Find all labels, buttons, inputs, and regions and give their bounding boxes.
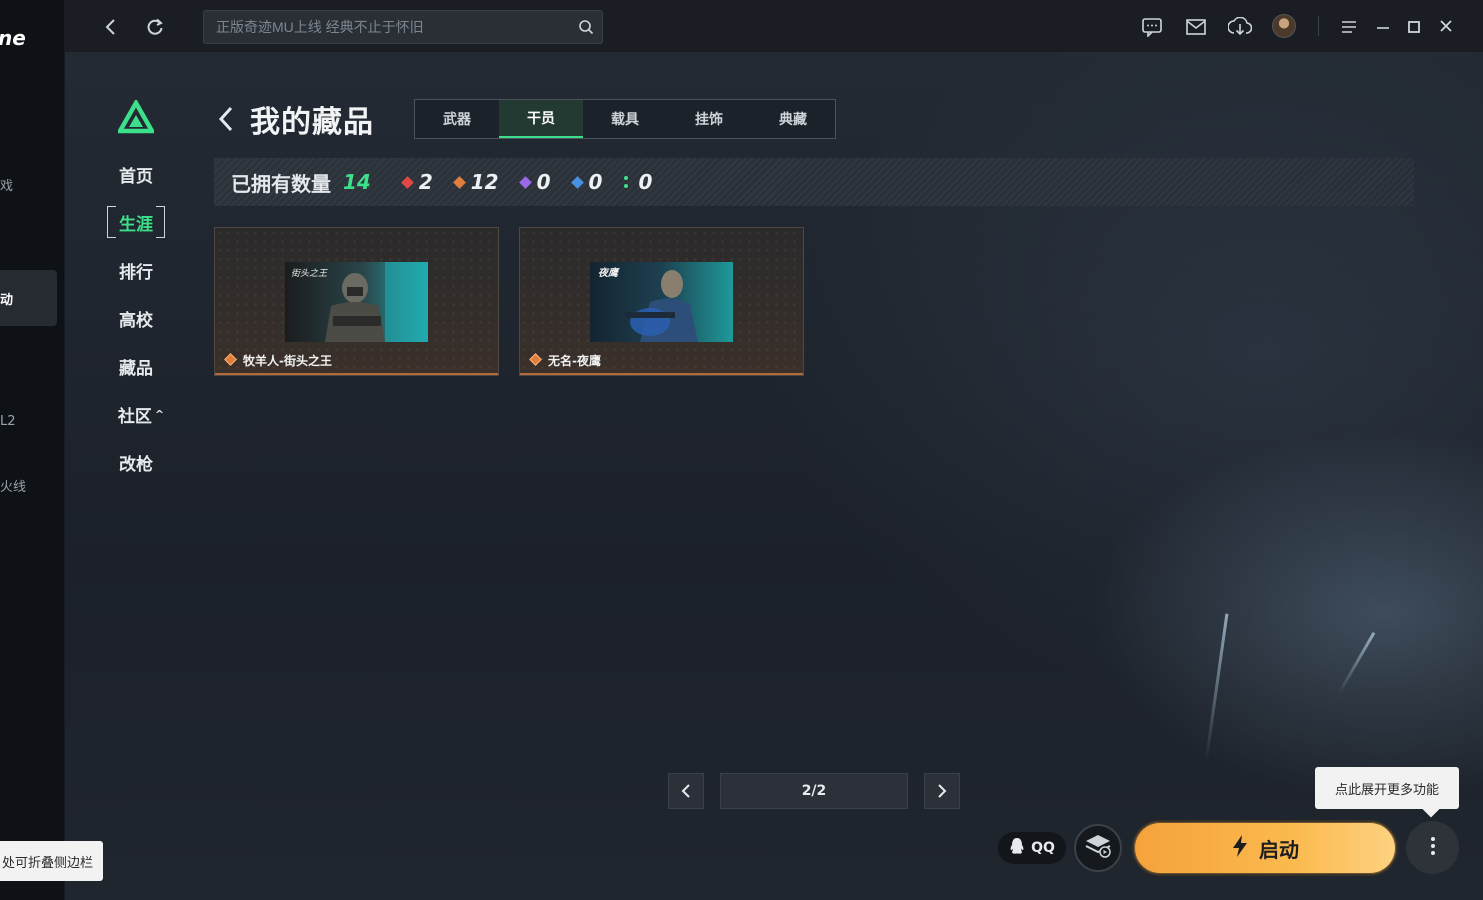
- mail-icon[interactable]: [1182, 13, 1210, 41]
- more-options-button[interactable]: [1406, 821, 1459, 874]
- chevron-up-icon: ^: [154, 407, 165, 421]
- rarity-count-orange: 12: [452, 170, 499, 194]
- minimize-icon[interactable]: [1369, 13, 1397, 41]
- qq-button[interactable]: QQ: [998, 832, 1066, 864]
- tab-charms[interactable]: 挂饰: [667, 100, 751, 138]
- app-logo-fragment: ne: [0, 26, 26, 50]
- outer-sidebar-item[interactable]: 戏: [0, 175, 13, 194]
- outer-sidebar-item[interactable]: L2: [0, 414, 16, 429]
- page-title: 我的藏品: [250, 105, 374, 140]
- nav-item-community[interactable]: 社区 ^: [112, 398, 170, 430]
- rarity-count-red: 2: [400, 170, 433, 194]
- operator-name: 牧羊人-街头之王: [243, 354, 332, 368]
- rarity-count-purple: 0: [518, 170, 551, 194]
- orange-diamond-icon: [224, 353, 237, 366]
- back-icon[interactable]: [216, 104, 240, 134]
- outer-sidebar-item[interactable]: 火线: [0, 476, 26, 495]
- vertical-dots-icon: [1430, 836, 1436, 860]
- outer-sidebar-item-label: 动: [0, 293, 14, 308]
- orange-diamond-icon: [452, 175, 466, 189]
- operator-card[interactable]: 街头之王 牧羊人-街头之王: [214, 227, 499, 376]
- layers-icon: [1084, 833, 1112, 863]
- lightning-decoration: [1204, 613, 1229, 763]
- brand-logo-icon: [116, 98, 156, 138]
- page-header: 我的藏品: [216, 98, 374, 140]
- maximize-icon[interactable]: [1400, 13, 1428, 41]
- nav-item-school[interactable]: 高校: [107, 302, 165, 334]
- search-icon[interactable]: [578, 19, 594, 39]
- outer-sidebar-item-active[interactable]: 动: [0, 270, 57, 326]
- search-input[interactable]: [204, 11, 602, 43]
- category-tabs: 武器 干员 载具 挂饰 典藏: [414, 99, 836, 139]
- green-dots-icon: [624, 176, 629, 188]
- red-diamond-icon: [400, 175, 414, 189]
- refresh-icon[interactable]: [141, 13, 169, 41]
- rarity-count-green: 0: [624, 170, 652, 194]
- more-functions-tooltip: 点此展开更多功能: [1315, 767, 1459, 809]
- orange-diamond-icon: [529, 353, 542, 366]
- operator-thumbnail: 街头之王: [285, 262, 428, 342]
- search-box[interactable]: [203, 10, 603, 44]
- tab-operators[interactable]: 干员: [499, 100, 583, 138]
- prev-page-button[interactable]: [668, 773, 704, 809]
- qq-label: QQ: [1031, 840, 1055, 856]
- operator-name: 无名-夜鹰: [548, 354, 601, 368]
- next-page-button[interactable]: [924, 773, 960, 809]
- purple-diamond-icon: [518, 175, 532, 189]
- game-library-button[interactable]: [1074, 824, 1122, 872]
- lightning-icon: [1231, 834, 1249, 863]
- download-icon[interactable]: [1226, 13, 1254, 41]
- qq-penguin-icon: [1009, 837, 1025, 859]
- nav-item-gunsmith[interactable]: 改枪: [107, 446, 165, 478]
- page-indicator: 2/2: [720, 773, 908, 809]
- top-bar: [65, 0, 1483, 53]
- divider: [1318, 16, 1319, 36]
- nav-item-home[interactable]: 首页: [107, 158, 165, 190]
- operator-card[interactable]: 夜鹰 无名-夜鹰: [519, 227, 804, 376]
- owned-count-label: 已拥有数量: [231, 171, 331, 196]
- launch-label: 启动: [1259, 837, 1299, 862]
- nav-item-collection[interactable]: 藏品: [107, 350, 165, 382]
- nav-item-career[interactable]: 生涯: [107, 206, 165, 238]
- nav-item-ranking[interactable]: 排行: [107, 254, 165, 286]
- tab-vehicles[interactable]: 载具: [583, 100, 667, 138]
- owned-count-total: 14: [343, 170, 371, 194]
- message-icon[interactable]: [1138, 13, 1166, 41]
- blue-diamond-icon: [570, 175, 584, 189]
- tab-weapons[interactable]: 武器: [415, 100, 499, 138]
- collapse-sidebar-tooltip: 处可折叠侧边栏: [0, 841, 103, 881]
- menu-icon[interactable]: [1335, 13, 1363, 41]
- close-icon[interactable]: [1432, 12, 1460, 40]
- svg-text:夜鹰: 夜鹰: [598, 267, 620, 279]
- owned-count-bar: 已拥有数量 14 2 12 0 0 0: [214, 158, 1414, 206]
- lightning-decoration: [1337, 631, 1376, 695]
- operator-thumbnail: 夜鹰: [590, 262, 733, 342]
- launch-button[interactable]: 启动: [1132, 820, 1398, 876]
- rarity-count-blue: 0: [570, 170, 602, 194]
- tab-archive[interactable]: 典藏: [751, 100, 835, 138]
- avatar[interactable]: [1272, 14, 1296, 38]
- outer-sidebar: ne 戏 动 L2 火线: [0, 0, 65, 900]
- back-icon[interactable]: [97, 13, 125, 41]
- svg-text:街头之王: 街头之王: [291, 268, 328, 279]
